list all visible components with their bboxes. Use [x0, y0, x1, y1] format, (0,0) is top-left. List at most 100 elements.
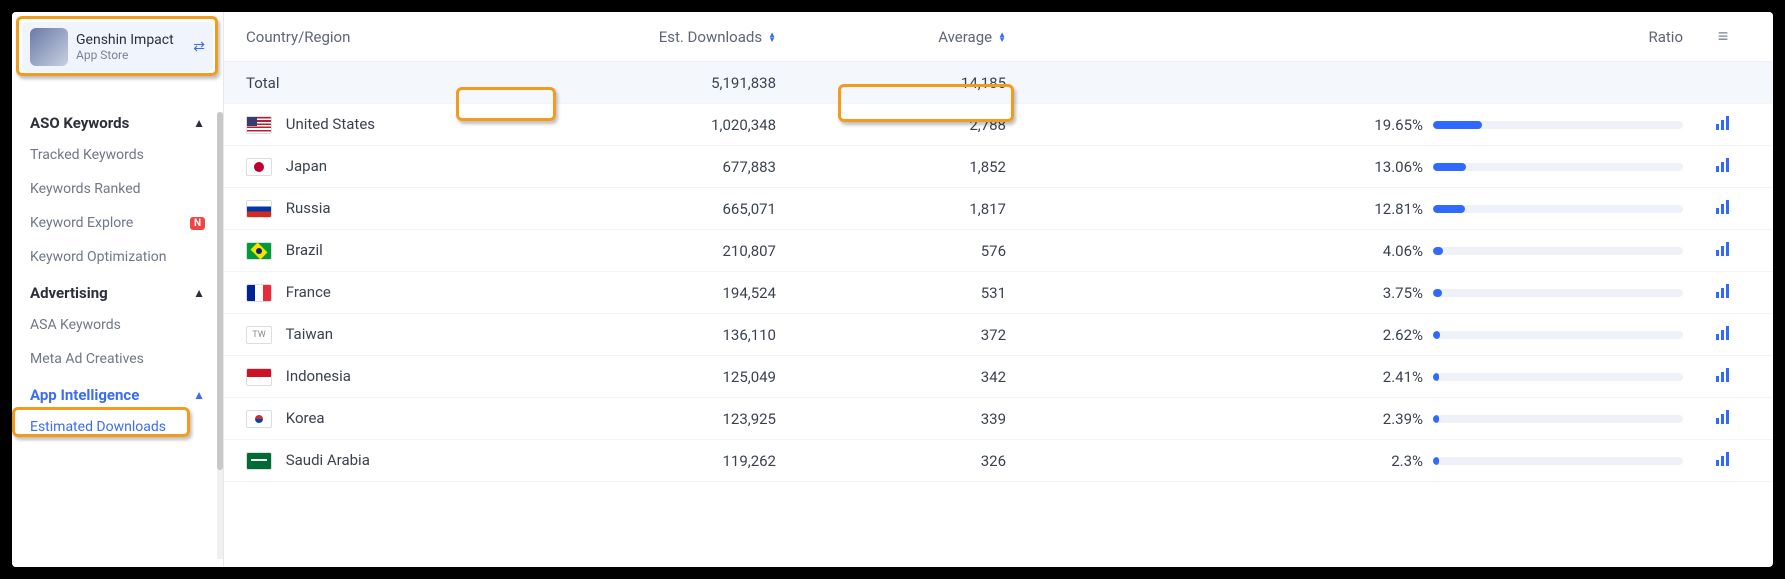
ratio-bar-fill — [1433, 121, 1482, 129]
cell-ratio: 2.3% — [1006, 452, 1693, 470]
country-name: Brazil — [286, 241, 323, 259]
cell-downloads: 125,049 — [546, 368, 776, 386]
ratio-percent: 12.81% — [1363, 200, 1423, 218]
ratio-bar-fill — [1433, 415, 1439, 423]
country-name: Indonesia — [286, 367, 351, 385]
nav-item-label: Keyword Optimization — [30, 249, 166, 265]
chart-icon[interactable] — [1715, 410, 1731, 429]
nav-section-title: App Intelligence — [30, 386, 139, 404]
nav-item-keyword-optimization[interactable]: Keyword Optimization — [18, 240, 217, 274]
sidebar: Genshin Impact App Store ⇄ ASO Keywords … — [12, 12, 224, 567]
chart-icon[interactable] — [1715, 242, 1731, 261]
app-store-label: App Store — [76, 48, 185, 62]
chevron-up-icon: ▲ — [193, 388, 205, 402]
nav-item-meta-ad-creatives[interactable]: Meta Ad Creatives — [18, 342, 217, 376]
col-header-average[interactable]: Average ▲▼ — [776, 28, 1006, 46]
downloads-table: Country/Region Est. Downloads ▲▼ Average… — [224, 12, 1773, 482]
sort-icon[interactable]: ▲▼ — [768, 32, 776, 42]
cell-ratio: 3.75% — [1006, 284, 1693, 302]
nav-section-app-intelligence[interactable]: App Intelligence ▲ — [18, 376, 217, 410]
flag-icon — [246, 368, 272, 386]
cell-ratio: 2.39% — [1006, 410, 1693, 428]
nav-item-tracked-keywords[interactable]: Tracked Keywords — [18, 138, 217, 172]
table-row: TW Taiwan 136,110 372 2.62% — [224, 314, 1773, 356]
ratio-bar-track — [1433, 163, 1683, 171]
ratio-bar-track — [1433, 415, 1683, 423]
cell-country: France — [246, 283, 546, 302]
chart-icon[interactable] — [1715, 284, 1731, 303]
chart-icon[interactable] — [1715, 200, 1731, 219]
ratio-bar-track — [1433, 247, 1683, 255]
new-badge: N — [190, 217, 205, 230]
country-name: Saudi Arabia — [286, 451, 370, 469]
cell-average: 2,788 — [776, 116, 1006, 134]
chart-icon[interactable] — [1715, 326, 1731, 345]
cell-downloads: 1,020,348 — [546, 116, 776, 134]
ratio-bar-track — [1433, 121, 1683, 129]
cell-average: 531 — [776, 284, 1006, 302]
chart-icon[interactable] — [1715, 368, 1731, 387]
ratio-bar-track — [1433, 457, 1683, 465]
country-name: Taiwan — [285, 325, 333, 343]
cell-country: Korea — [246, 409, 546, 428]
col-header-downloads[interactable]: Est. Downloads ▲▼ — [546, 28, 776, 46]
app-selector[interactable]: Genshin Impact App Store ⇄ — [22, 22, 213, 72]
nav-item-keyword-explore[interactable]: Keyword Explore N — [18, 206, 217, 240]
ratio-bar-track — [1433, 373, 1683, 381]
chart-icon[interactable] — [1715, 452, 1731, 471]
app-icon — [30, 28, 68, 66]
ratio-percent: 13.06% — [1363, 158, 1423, 176]
table-menu-icon[interactable]: ≡ — [1718, 26, 1729, 47]
nav-section-title: Advertising — [30, 284, 108, 302]
col-header-label: Est. Downloads — [659, 28, 762, 46]
total-average: 14,185 — [776, 74, 1006, 92]
ratio-percent: 2.62% — [1363, 326, 1423, 344]
cell-downloads: 677,883 — [546, 158, 776, 176]
table-row: Indonesia 125,049 342 2.41% — [224, 356, 1773, 398]
flag-icon — [246, 242, 272, 260]
sort-icon[interactable]: ▲▼ — [998, 32, 1006, 42]
country-name: Korea — [286, 409, 325, 427]
ratio-bar-track — [1433, 289, 1683, 297]
cell-downloads: 210,807 — [546, 242, 776, 260]
table-row-total: Total 5,191,838 14,185 — [224, 62, 1773, 104]
cell-average: 1,817 — [776, 200, 1006, 218]
cell-ratio: 2.41% — [1006, 368, 1693, 386]
table-row: Korea 123,925 339 2.39% — [224, 398, 1773, 440]
nav-item-estimated-downloads[interactable]: Estimated Downloads — [18, 410, 217, 444]
cell-ratio: 2.62% — [1006, 326, 1693, 344]
cell-downloads: 123,925 — [546, 410, 776, 428]
col-header-country[interactable]: Country/Region — [246, 28, 546, 46]
table-row: Saudi Arabia 119,262 326 2.3% — [224, 440, 1773, 482]
cell-downloads: 119,262 — [546, 452, 776, 470]
ratio-bar-track — [1433, 331, 1683, 339]
col-header-ratio[interactable]: Ratio — [1006, 28, 1693, 46]
flag-icon — [246, 284, 272, 302]
flag-icon — [246, 158, 272, 176]
flag-icon — [246, 200, 272, 218]
nav-item-keywords-ranked[interactable]: Keywords Ranked — [18, 172, 217, 206]
sidebar-scrollbar[interactable] — [217, 112, 223, 559]
chart-icon[interactable] — [1715, 116, 1731, 135]
flag-icon — [246, 452, 272, 470]
app-name: Genshin Impact — [76, 32, 185, 48]
table-header: Country/Region Est. Downloads ▲▼ Average… — [224, 12, 1773, 62]
nav-item-asa-keywords[interactable]: ASA Keywords — [18, 308, 217, 342]
nav-section-aso-keywords[interactable]: ASO Keywords ▲ — [18, 104, 217, 138]
main-content: Country/Region Est. Downloads ▲▼ Average… — [224, 12, 1773, 482]
table-row: Brazil 210,807 576 4.06% — [224, 230, 1773, 272]
ratio-bar-fill — [1433, 373, 1439, 381]
scrollbar-thumb[interactable] — [217, 112, 223, 470]
cell-ratio: 12.81% — [1006, 200, 1693, 218]
table-row: United States 1,020,348 2,788 19.65% — [224, 104, 1773, 146]
cell-country: Indonesia — [246, 367, 546, 386]
ratio-percent: 19.65% — [1363, 116, 1423, 134]
cell-average: 576 — [776, 242, 1006, 260]
cell-average: 342 — [776, 368, 1006, 386]
chart-icon[interactable] — [1715, 158, 1731, 177]
flag-icon — [246, 410, 272, 428]
nav-section-advertising[interactable]: Advertising ▲ — [18, 274, 217, 308]
cell-ratio: 19.65% — [1006, 116, 1693, 134]
swap-icon[interactable]: ⇄ — [193, 39, 205, 55]
cell-country: Saudi Arabia — [246, 451, 546, 470]
